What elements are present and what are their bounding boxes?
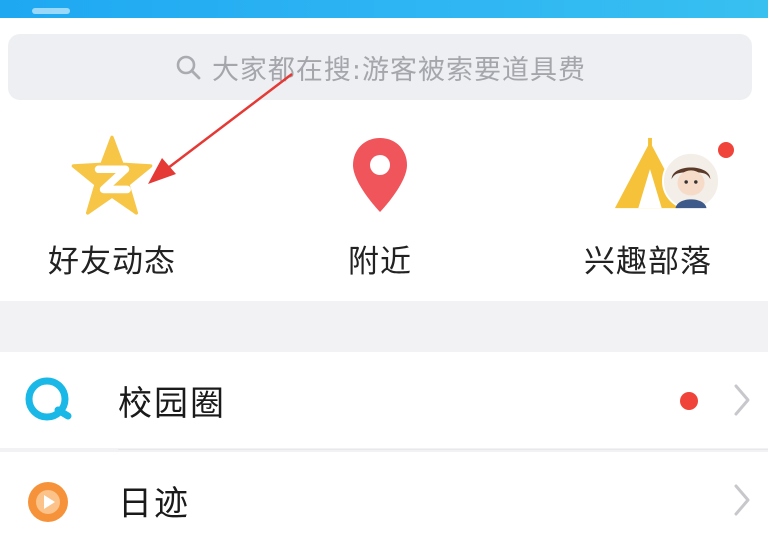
section-gap — [0, 301, 768, 349]
list-item-label: 校园圈 — [118, 384, 226, 424]
list-item-campus-circle[interactable]: 校园圈 — [0, 352, 768, 448]
chevron-right-icon — [734, 484, 750, 516]
list-item-daily-trace[interactable]: 日迹 — [0, 452, 768, 548]
campus-circle-icon — [25, 377, 72, 421]
annotation-arrow — [148, 73, 293, 184]
discover-header: 大家都在搜:游客被索要道具费 好友动态 附近 兴趣部落 — [0, 18, 768, 301]
divider — [118, 449, 768, 450]
list-item-label: 日迹 — [118, 484, 190, 524]
daily-trace-icon — [28, 482, 68, 522]
notification-dot — [680, 392, 698, 410]
top-bar — [0, 0, 768, 18]
back-handle[interactable] — [32, 8, 70, 14]
chevron-right-icon — [734, 384, 750, 416]
